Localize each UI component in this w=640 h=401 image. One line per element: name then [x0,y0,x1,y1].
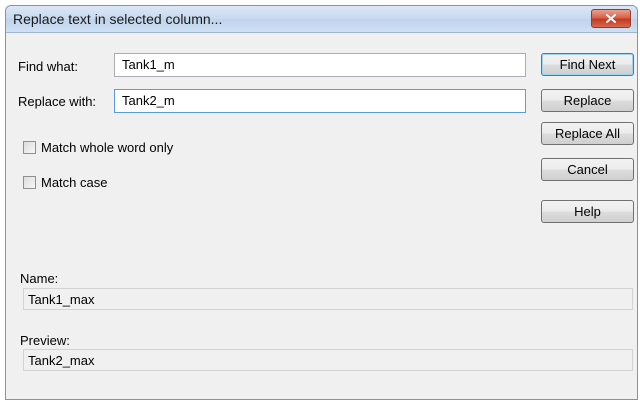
cancel-button[interactable]: Cancel [541,158,634,181]
preview-label: Preview: [20,333,70,348]
find-next-button[interactable]: Find Next [541,53,634,76]
replace-all-button[interactable]: Replace All [541,122,634,145]
match-case-checkbox[interactable] [23,176,36,189]
name-label: Name: [20,271,59,286]
find-what-input[interactable]: Tank1_m [114,53,526,77]
title-bar[interactable]: Replace text in selected column... [6,6,637,33]
match-case-label: Match case [41,175,108,190]
preview-field: Tank2_max [23,349,633,371]
match-case-option[interactable]: Match case [23,175,107,190]
help-button[interactable]: Help [541,200,634,223]
replace-with-input[interactable]: Tank2_m [114,89,526,113]
close-icon [606,14,616,23]
close-button[interactable] [591,9,631,28]
match-whole-word-option[interactable]: Match whole word only [23,140,173,155]
replace-button[interactable]: Replace [541,89,634,112]
dialog-title: Replace text in selected column... [13,11,223,27]
match-whole-word-checkbox[interactable] [23,141,36,154]
replace-dialog: Replace text in selected column... Find … [5,5,638,400]
replace-with-label: Replace with: [18,94,97,109]
match-whole-word-label: Match whole word only [41,140,174,155]
find-what-label: Find what: [18,59,78,74]
name-field: Tank1_max [23,288,633,310]
